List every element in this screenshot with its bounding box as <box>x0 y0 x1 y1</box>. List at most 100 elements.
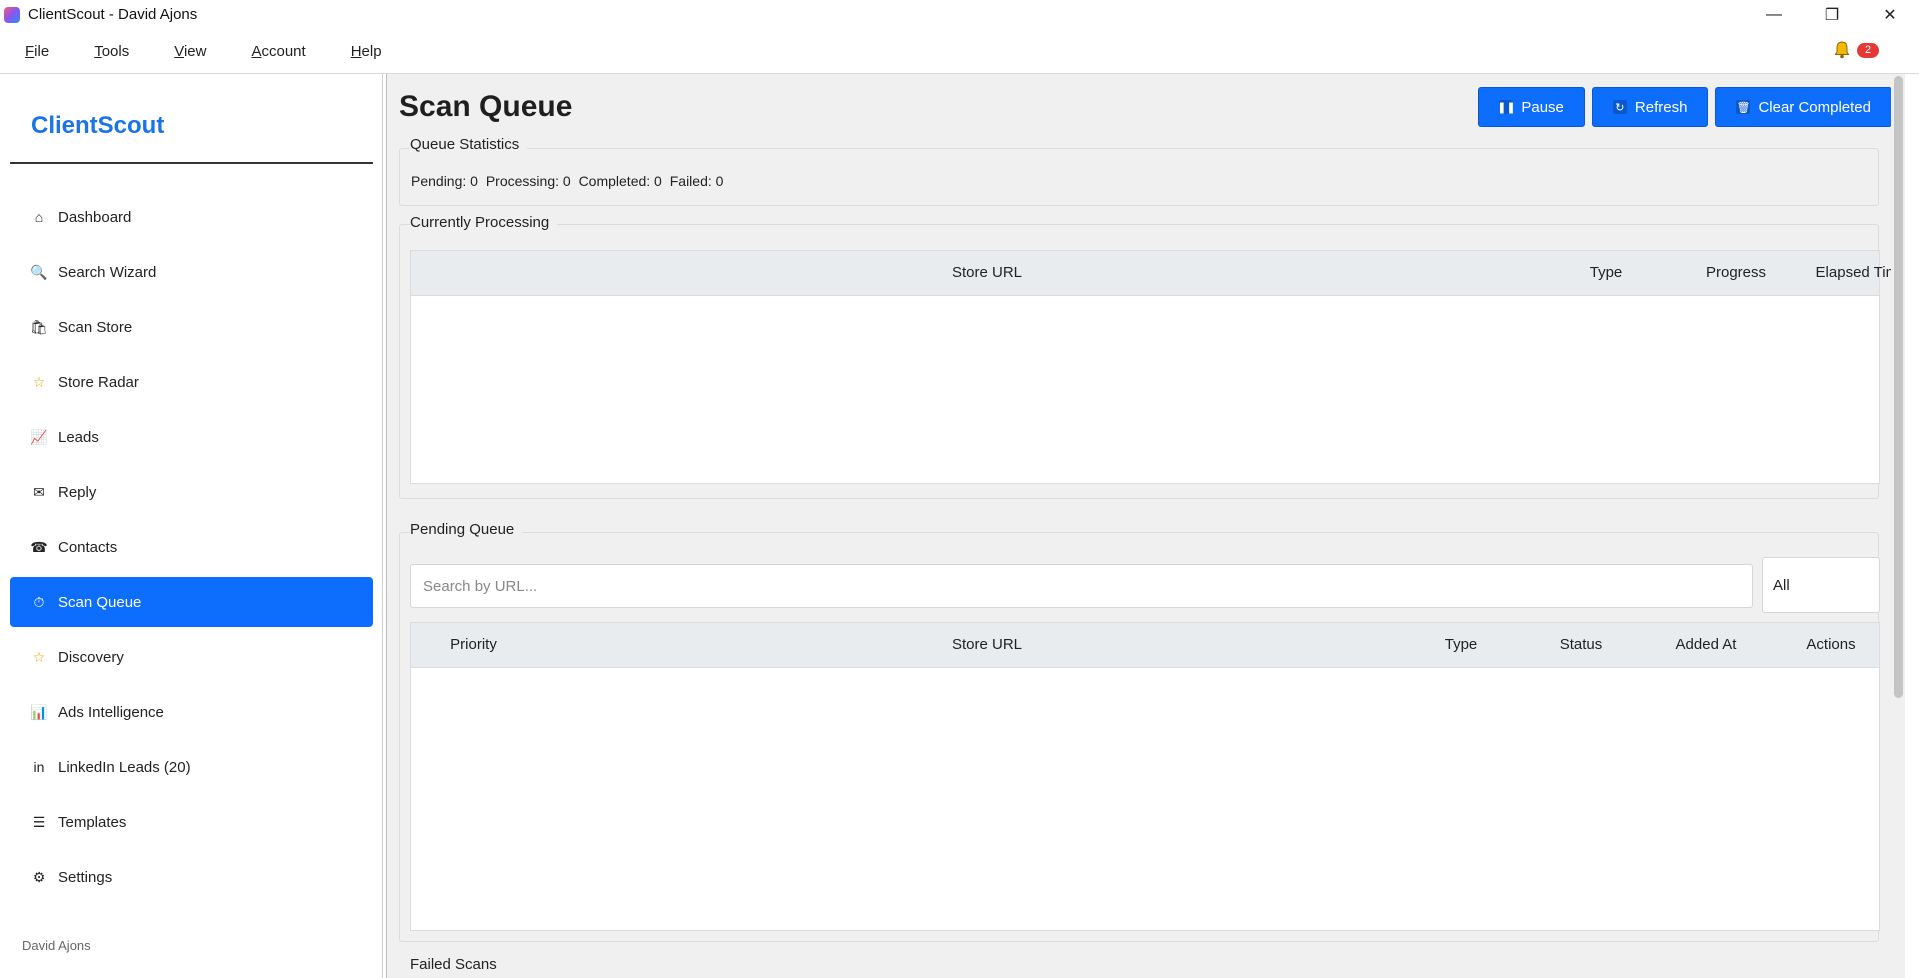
refresh-button-label: Refresh <box>1634 98 1688 116</box>
notification-count-badge: 2 <box>1857 42 1879 58</box>
sidebar-item-scan-queue[interactable]: ⏱ Scan Queue <box>10 577 373 627</box>
menu-file-label: ile <box>34 42 50 60</box>
stat-failed: Failed: 0 <box>669 173 724 189</box>
sidebar-item-label: Reply <box>58 483 97 501</box>
sidebar-item-label: LinkedIn Leads (20) <box>58 758 191 776</box>
outbox-icon: ✉ <box>33 483 45 500</box>
page-title: Scan Queue <box>399 90 573 123</box>
sidebar-item-leads[interactable]: 📈 Leads <box>10 412 373 462</box>
sidebar-item-label: Leads <box>58 428 99 446</box>
search-input[interactable] <box>410 564 1753 608</box>
close-button[interactable]: ✕ <box>1861 0 1919 29</box>
trash-icon: 🗑 <box>1736 100 1751 114</box>
clear-completed-button-label: Clear Completed <box>1758 98 1871 116</box>
status-filter-select[interactable]: All <box>1762 557 1880 613</box>
column-elapsed-time[interactable]: Elapsed Time <box>1796 264 1905 281</box>
sidebar-item-label: Discovery <box>58 648 124 666</box>
column-type[interactable]: Type <box>1556 264 1656 281</box>
column-priority[interactable]: Priority <box>411 636 536 653</box>
processing-table: Store URL Type Progress Elapsed Time <box>410 250 1905 484</box>
menu-file-mnemonic: F <box>25 42 35 60</box>
refresh-icon: ↻ <box>1612 100 1627 114</box>
minimize-button[interactable]: — <box>1745 0 1803 29</box>
stat-pending: Pending: 0 <box>411 173 478 189</box>
sidebar-item-search-wizard[interactable]: 🔍 Search Wizard <box>10 247 373 297</box>
sidebar-item-linkedin-leads[interactable]: in LinkedIn Leads (20) <box>10 742 373 792</box>
title-bar: ClientScout - David Ajons — ❐ ✕ <box>0 0 1919 29</box>
current-user: David Ajons <box>22 938 91 953</box>
sidebar-item-settings[interactable]: ⚙ Settings <box>10 852 373 902</box>
column-store-url[interactable]: Store URL <box>887 636 1087 653</box>
document-icon: ☰ <box>32 813 46 830</box>
menu-help-label: elp <box>361 42 382 60</box>
shopping-bags-icon: 🛍 <box>30 318 48 335</box>
sidebar-item-store-radar[interactable]: ☆ Store Radar <box>10 357 373 407</box>
pause-button-label: Pause <box>1521 98 1564 116</box>
brand-title: ClientScout <box>31 112 165 139</box>
sidebar-item-label: Scan Queue <box>58 593 142 611</box>
menu-account-mnemonic: A <box>251 42 262 60</box>
notifications[interactable]: 2 <box>1833 41 1879 59</box>
stopwatch-icon: ⏱ <box>33 593 45 610</box>
gear-icon: ⚙ <box>32 868 46 885</box>
menu-view-mnemonic: V <box>174 42 184 60</box>
menu-account[interactable]: Account <box>251 43 305 60</box>
sidebar-item-reply[interactable]: ✉ Reply <box>10 467 373 517</box>
column-store-url[interactable]: Store URL <box>887 264 1087 281</box>
column-added-at[interactable]: Added At <box>1656 636 1756 653</box>
home-icon: ⌂ <box>34 209 44 225</box>
pending-queue-label: Pending Queue <box>410 521 523 538</box>
menu-help-mnemonic: H <box>350 42 362 60</box>
stat-processing: Processing: 0 <box>485 173 571 189</box>
sidebar-item-label: Scan Store <box>58 318 133 336</box>
column-status[interactable]: Status <box>1531 636 1631 653</box>
sidebar-item-label: Dashboard <box>58 208 132 226</box>
sidebar-item-label: Settings <box>58 868 113 886</box>
brand-divider <box>10 162 373 164</box>
sidebar-item-scan-store[interactable]: 🛍 Scan Store <box>10 302 373 352</box>
main-scrollbar[interactable] <box>1891 74 1905 978</box>
star-icon: ☆ <box>32 373 46 390</box>
bar-chart-icon: 📊 <box>30 703 48 720</box>
refresh-button[interactable]: ↻ Refresh <box>1591 87 1709 127</box>
sidebar-item-label: Search Wizard <box>58 263 157 281</box>
column-actions[interactable]: Actions <box>1781 636 1881 653</box>
menu-view[interactable]: View <box>174 43 206 60</box>
toolbar: ❚❚ Pause ↻ Refresh 🗑 Clear Completed <box>1471 87 1892 127</box>
sidebar-item-dashboard[interactable]: ⌂ Dashboard <box>10 192 373 242</box>
menu-view-label: iew <box>183 42 207 60</box>
sidebar-item-label: Ads Intelligence <box>58 703 164 721</box>
phone-icon: ☎ <box>30 538 48 555</box>
clear-completed-button[interactable]: 🗑 Clear Completed <box>1715 87 1892 127</box>
stat-completed: Completed: 0 <box>578 173 662 189</box>
sidebar-item-ads-intelligence[interactable]: 📊 Ads Intelligence <box>10 687 373 737</box>
menu-bar: File Tools View Account Help 2 <box>0 29 1919 74</box>
menu-account-label: ccount <box>261 42 306 60</box>
pending-table-header: Priority Store URL Type Status Added At … <box>411 623 1879 668</box>
restore-button[interactable]: ❐ <box>1803 0 1861 29</box>
pending-table: Priority Store URL Type Status Added At … <box>410 622 1880 931</box>
bell-icon[interactable] <box>1833 41 1851 59</box>
processing-table-header: Store URL Type Progress Elapsed Time <box>411 251 1905 296</box>
column-type[interactable]: Type <box>1411 636 1511 653</box>
pause-button[interactable]: ❚❚ Pause <box>1478 87 1585 127</box>
menu-help[interactable]: Help <box>351 43 382 60</box>
queue-statistics: Pending: 0 Processing: 0 Completed: 0 Fa… <box>411 173 727 189</box>
scrollbar-thumb[interactable] <box>1894 76 1903 698</box>
column-progress[interactable]: Progress <box>1671 264 1801 281</box>
menu-tools[interactable]: Tools <box>94 43 129 60</box>
sidebar-item-discovery[interactable]: ☆ Discovery <box>10 632 373 682</box>
menu-tools-label: ools <box>101 42 130 60</box>
queue-statistics-label: Queue Statistics <box>410 136 528 153</box>
main-content: Scan Queue ❚❚ Pause ↻ Refresh 🗑 Clear Compl… <box>386 74 1905 978</box>
menu-file[interactable]: File <box>25 43 49 60</box>
star-icon: ☆ <box>32 648 46 665</box>
window-controls: — ❐ ✕ <box>1745 0 1919 29</box>
sidebar-item-contacts[interactable]: ☎ Contacts <box>10 522 373 572</box>
failed-scans-label: Failed Scans <box>410 956 505 973</box>
menu-tools-mnemonic: T <box>94 42 102 60</box>
pause-icon: ❚❚ <box>1497 100 1516 114</box>
linkedin-icon: in <box>33 759 45 775</box>
magnifier-icon: 🔍 <box>30 263 48 280</box>
sidebar-item-templates[interactable]: ☰ Templates <box>10 797 373 847</box>
